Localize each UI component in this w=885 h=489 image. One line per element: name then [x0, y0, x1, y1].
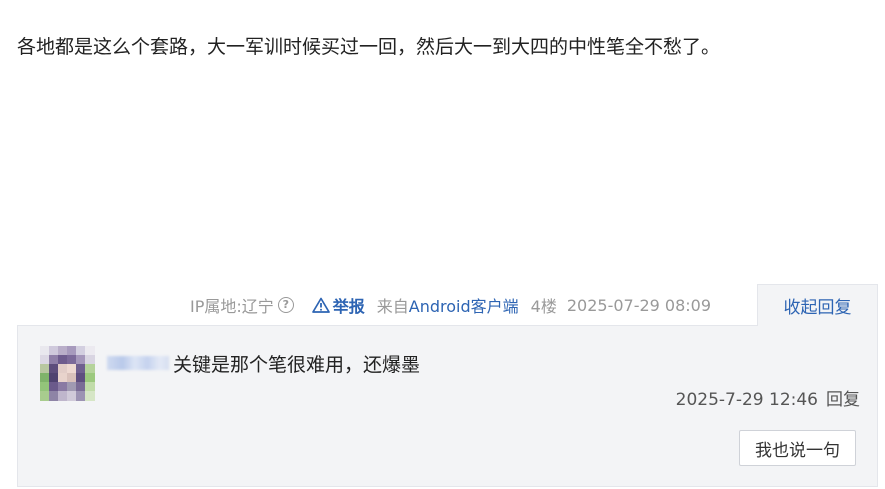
client-source: 来自Android客户端: [377, 293, 519, 317]
warning-triangle-icon: [311, 297, 330, 313]
question-circle-icon[interactable]: ?: [277, 297, 294, 313]
post-content: 各地都是这么个套路，大一军训时候买过一回，然后大一到大四的中性笔全不愁了。: [17, 36, 721, 58]
floor-number: 4楼: [530, 297, 557, 316]
collapse-replies-button[interactable]: 收起回复: [757, 284, 878, 326]
post-tail-bar: IP属地:辽宁 ? 举报 来自Android客户端 4楼 2025-07-29 …: [190, 292, 711, 318]
client-link[interactable]: Android客户端: [409, 297, 519, 316]
reply-link[interactable]: 回复: [826, 390, 860, 410]
add-comment-button[interactable]: 我也说一句: [739, 430, 856, 466]
reply-username[interactable]: ••••••: [107, 356, 169, 370]
reply-line: •••••• 关键是那个笔很难用，还爆墨: [107, 350, 420, 376]
avatar-image: [40, 346, 95, 401]
avatar[interactable]: [40, 346, 95, 401]
report-link[interactable]: 举报: [311, 293, 365, 317]
reply-time: 2025-7-29 12:46: [675, 390, 818, 410]
reply-text: 关键是那个笔很难用，还爆墨: [173, 353, 421, 376]
reply-container: •••••• 关键是那个笔很难用，还爆墨 2025-7-29 12:46 回复 我…: [17, 325, 878, 487]
reply-meta: 2025-7-29 12:46 回复: [676, 385, 860, 410]
post-time: 2025-07-29 08:09: [566, 295, 712, 315]
report-label: 举报: [332, 297, 365, 316]
from-prefix: 来自: [376, 297, 409, 316]
ip-location: IP属地:辽宁: [190, 297, 274, 316]
